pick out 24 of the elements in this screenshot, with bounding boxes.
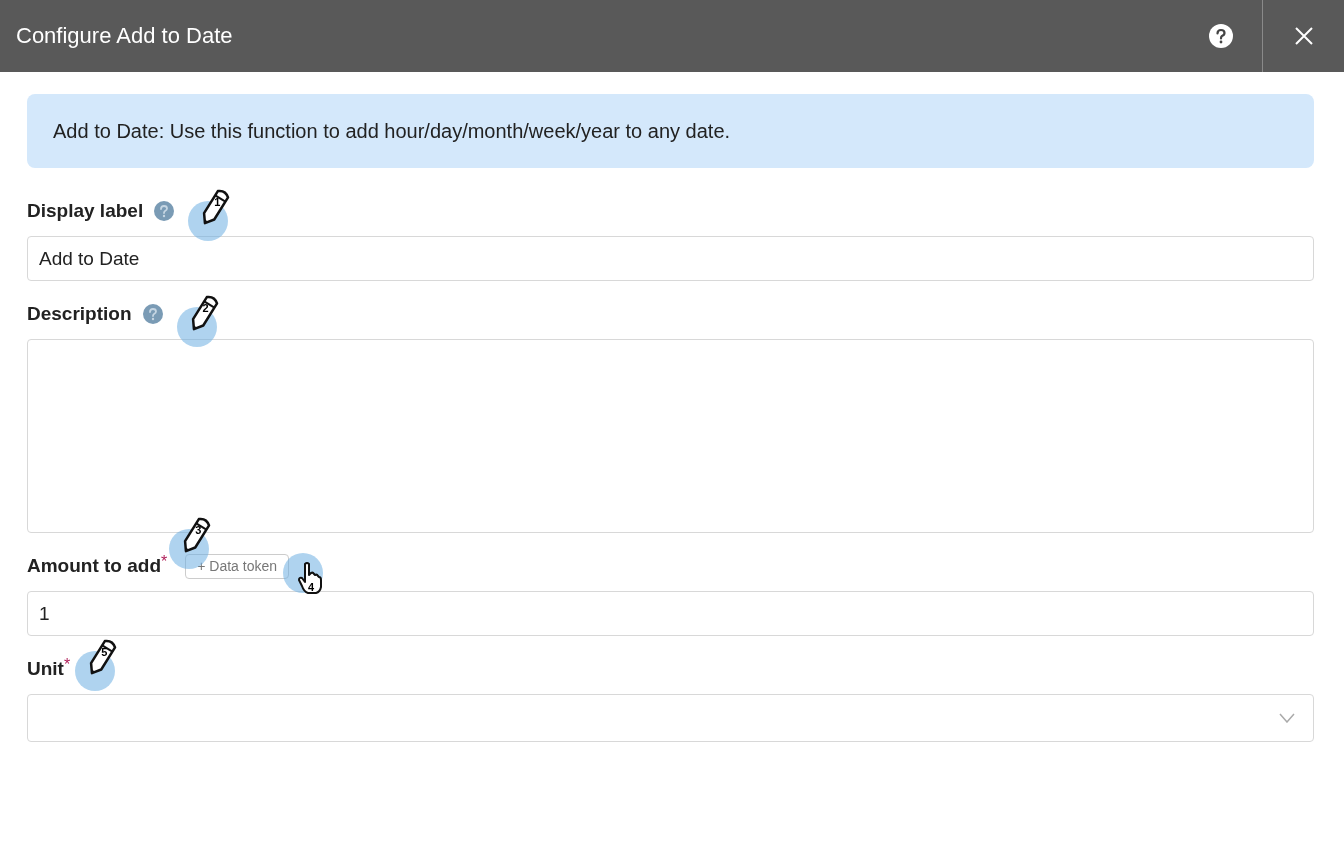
step-number: 4 [308, 582, 315, 593]
pencil-icon [87, 637, 118, 677]
step-number: 2 [202, 303, 209, 314]
required-asterisk: * [63, 656, 71, 673]
text-field[interactable]: 1 [27, 591, 1314, 636]
text-field[interactable]: Add to Date [27, 236, 1314, 281]
pencil-icon [200, 187, 231, 227]
step-number: 1 [214, 197, 221, 208]
chevron-down-icon [1279, 713, 1295, 723]
field-label: Display label [27, 200, 144, 222]
field-label: Amount to add [27, 555, 162, 577]
help-icon[interactable] [154, 201, 175, 221]
required-asterisk: * [161, 553, 168, 570]
pencil-icon [181, 515, 212, 555]
step-number: 3 [195, 525, 202, 536]
help-icon[interactable] [142, 304, 163, 324]
close-icon [1293, 26, 1314, 46]
field-label: Description [27, 303, 132, 325]
help-icon [1209, 24, 1233, 48]
window-title: Configure Add to Date [16, 23, 233, 49]
description-field[interactable] [27, 339, 1314, 533]
info-text: Add to Date: Use this function to add hour/day/month/week/year to any date. [53, 119, 731, 143]
field-label: Unit [27, 658, 64, 680]
step-number: 5 [101, 647, 108, 658]
